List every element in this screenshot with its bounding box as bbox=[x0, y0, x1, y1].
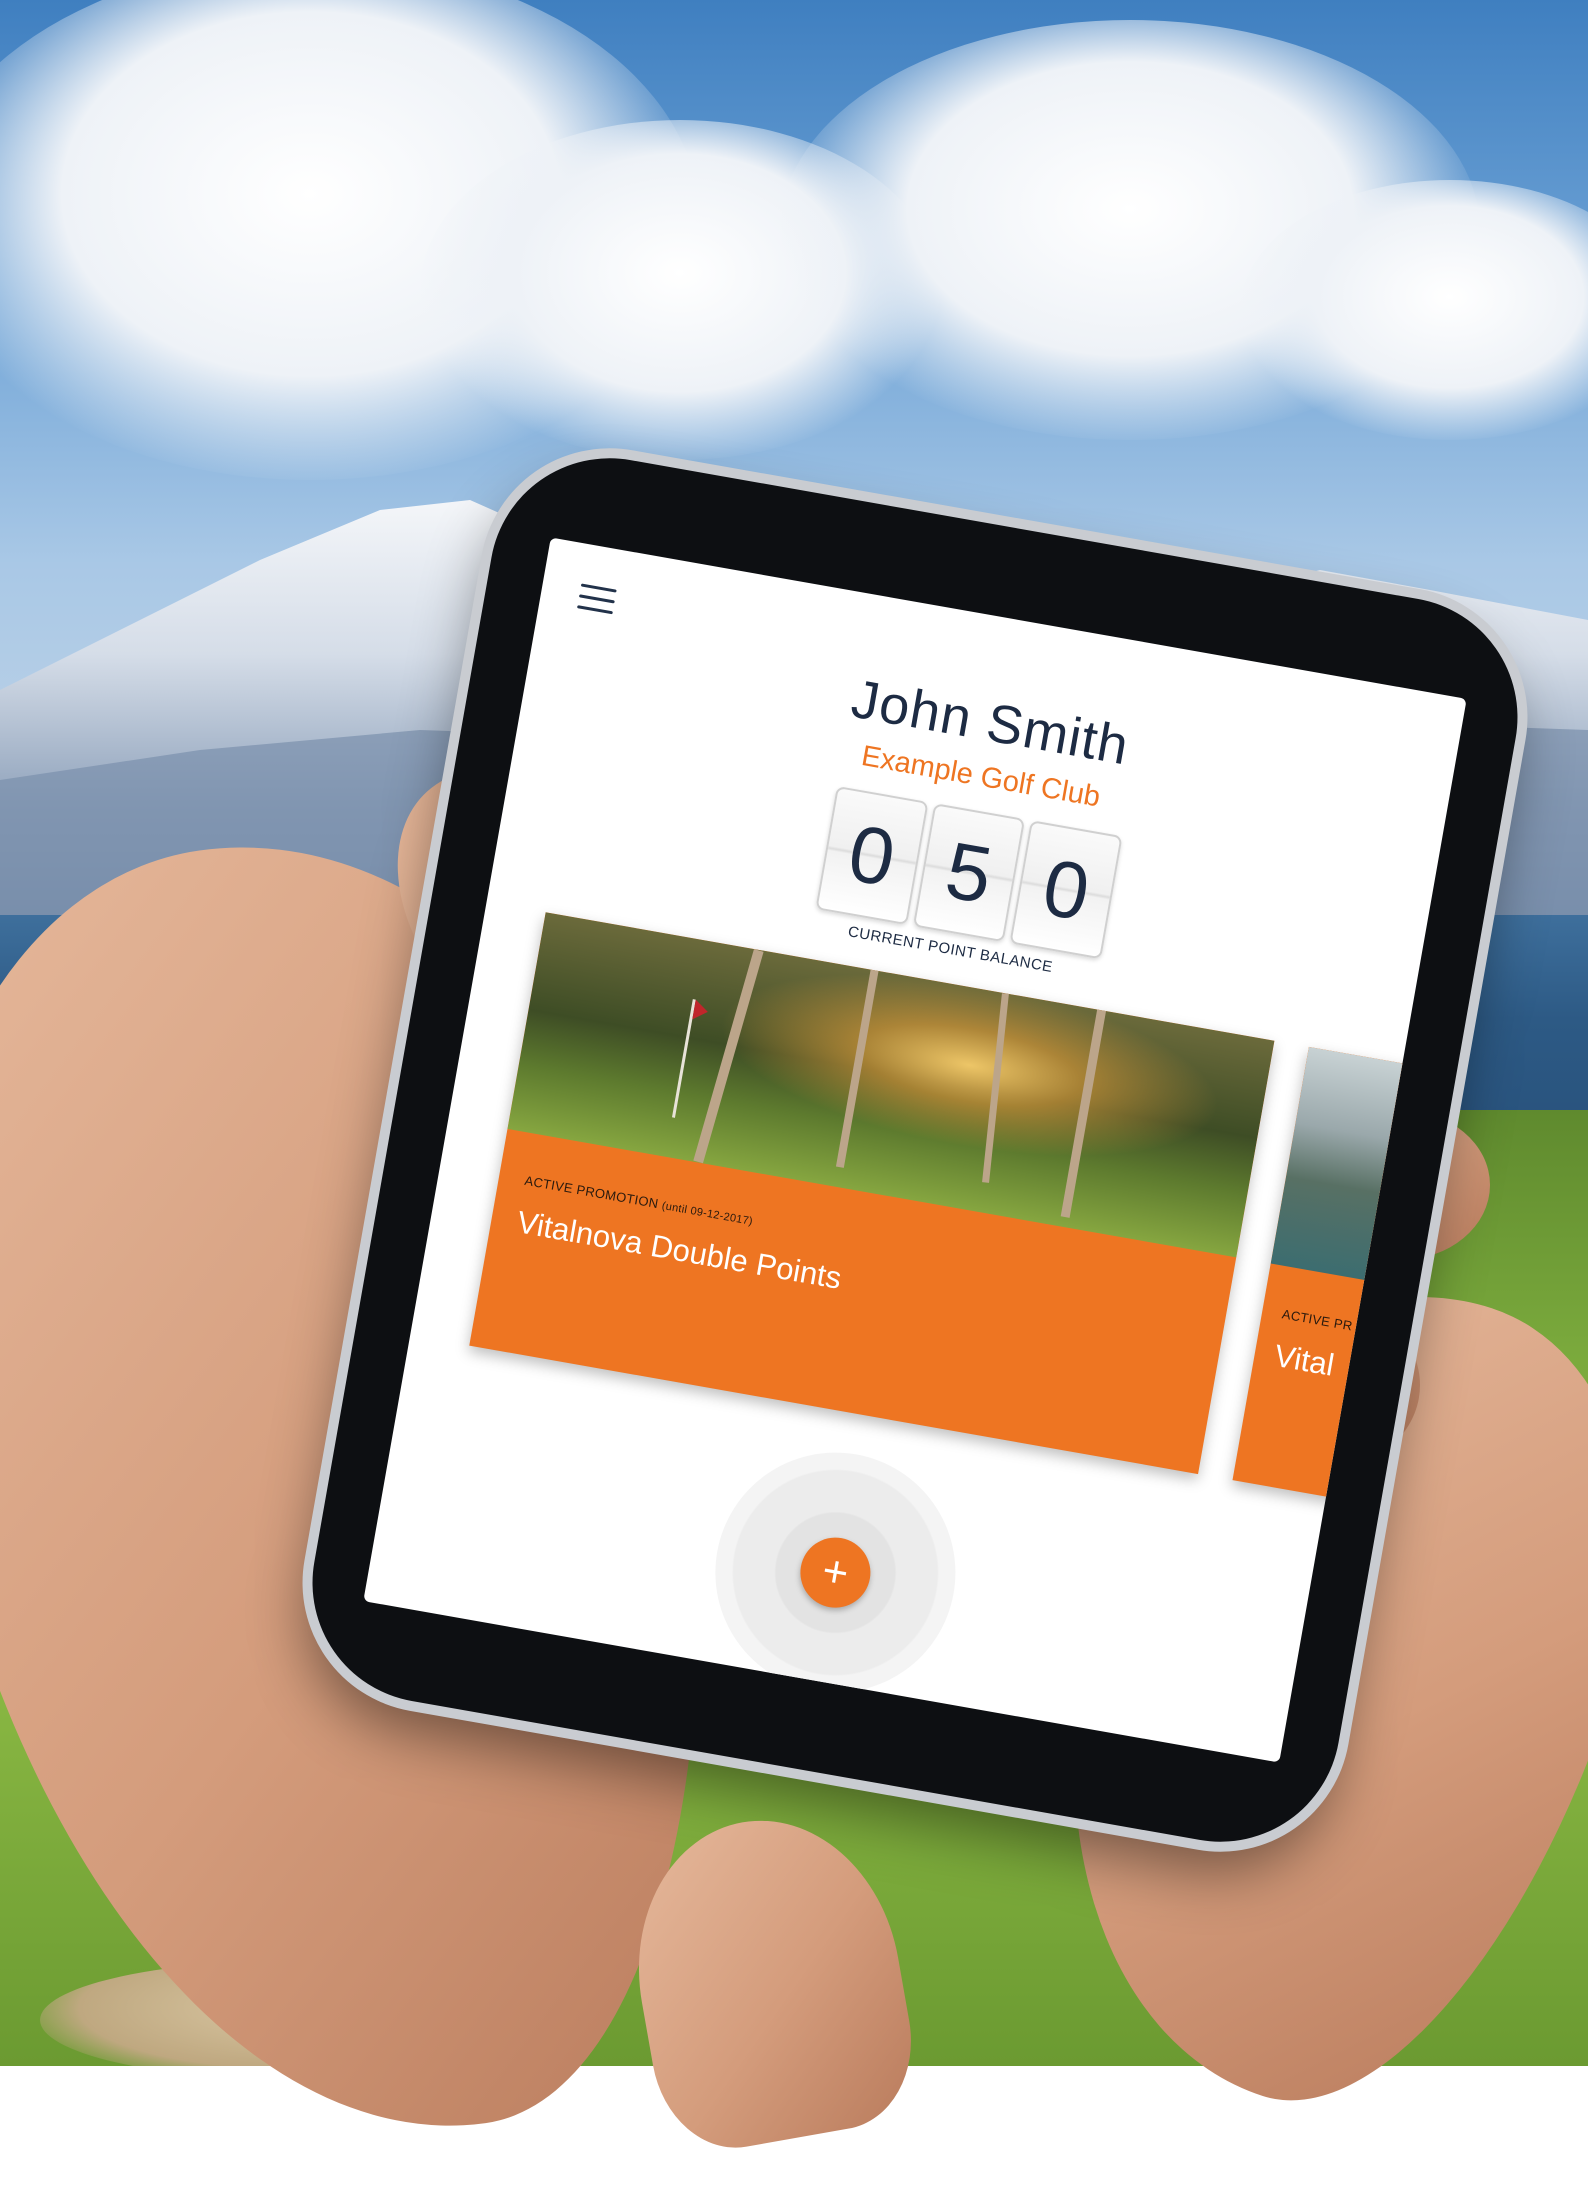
golf-course-photo bbox=[507, 912, 1275, 1258]
points-digit: 0 bbox=[815, 785, 929, 926]
promotion-card[interactable]: ACTIVE PROMOTION (until 09-12-2017) Vita… bbox=[469, 912, 1275, 1475]
hamburger-menu-icon[interactable] bbox=[576, 581, 621, 617]
smartphone: John Smith Example Golf Club 0 5 0 CURRE… bbox=[293, 439, 1537, 1861]
app-screen: John Smith Example Golf Club 0 5 0 CURRE… bbox=[363, 537, 1467, 1763]
promotion-title: Vital bbox=[1271, 1337, 1337, 1383]
promotion-title: Vitalnova Double Points bbox=[514, 1204, 845, 1296]
promotion-status: ACTIVE PR bbox=[1280, 1306, 1354, 1334]
promotion-end-date: (until 09-12-2017) bbox=[660, 1199, 754, 1228]
points-digit: 5 bbox=[912, 803, 1026, 943]
plus-icon: + bbox=[818, 1545, 853, 1599]
points-digit: 0 bbox=[1009, 820, 1123, 960]
